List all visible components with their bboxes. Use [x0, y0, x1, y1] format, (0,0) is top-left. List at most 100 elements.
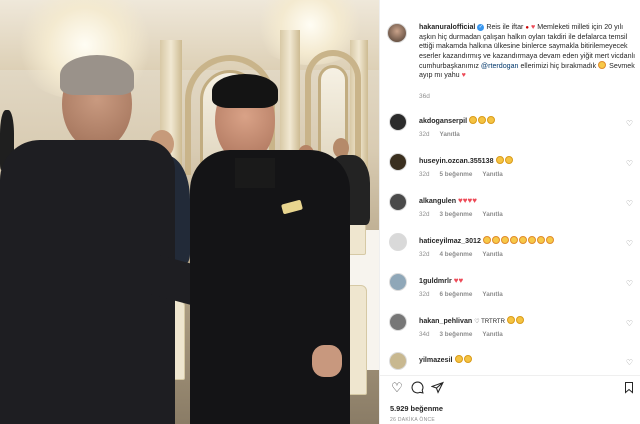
comment-time: 32d	[419, 251, 430, 258]
clap-emoji-icon	[469, 116, 478, 124]
panel-divider	[379, 375, 640, 376]
comment-row: hakan_pehlivan ♡ TRTRTR 34d 3 beğenme Yanı…	[387, 313, 637, 349]
man-left-hair	[60, 55, 134, 95]
caption-lead: Reis ile iftar	[486, 23, 524, 31]
laughing-emoji-icon	[509, 236, 518, 244]
caption-text: hakanuralofficial ✓ Reis ile iftar ● ♥ M…	[419, 23, 637, 80]
comment-like-heart-icon[interactable]: ♡	[626, 119, 633, 128]
comment-like-heart-icon[interactable]: ♡	[626, 159, 633, 168]
comment-reply[interactable]: Yanıtla	[482, 331, 502, 338]
comment-like-heart-icon[interactable]: ♡	[626, 279, 633, 288]
comment-like-heart-icon[interactable]: ♡	[626, 319, 633, 328]
comment-icon[interactable]	[410, 381, 424, 395]
action-bar: ♡	[388, 381, 636, 397]
laughing-emoji-icon	[545, 236, 554, 244]
red-heart-emoji-icon: ♥	[458, 276, 464, 285]
commenter-avatar[interactable]	[389, 273, 407, 291]
comment-text: akdoganserpil	[419, 116, 496, 125]
clap-emoji-icon	[478, 116, 487, 124]
post-photo[interactable]	[0, 0, 379, 424]
man-right-hand	[312, 345, 342, 377]
comment-row: akdoganserpil 32d Yanıtla ♡	[387, 113, 637, 149]
commenter-username[interactable]: akdoganserpil	[419, 117, 467, 125]
post-timestamp: 26 DAKİKA ÖNCE	[390, 417, 436, 423]
comment-row: alkangulen ♥♥♥♥ 32d 3 beğenme Yanıtla ♡	[387, 193, 637, 229]
man-right-shirt	[235, 158, 275, 188]
comment-meta: 34d 3 beğenme Yanıtla	[419, 331, 513, 338]
comment-like-heart-icon[interactable]: ♡	[626, 239, 633, 248]
caption-tail: ellerimizi hiç bırakmadık	[520, 61, 597, 70]
laughing-emoji-icon	[500, 236, 509, 244]
comment-row: haticeyilmaz_3012 32d 4 beğenme Yanıtla ♡	[387, 233, 637, 269]
commenter-avatar[interactable]	[389, 352, 407, 370]
comment-reply[interactable]: Yanıtla	[482, 211, 502, 218]
comment-time: 32d	[419, 131, 430, 138]
comment-likes[interactable]: 4 beğenme	[440, 251, 473, 258]
clap-emoji-icon	[504, 156, 513, 164]
commenter-avatar[interactable]	[389, 193, 407, 211]
author-avatar[interactable]	[387, 23, 407, 43]
comment-likes[interactable]: 3 beğenme	[440, 211, 473, 218]
clap-emoji-icon	[454, 355, 463, 363]
comment-text: hakan_pehlivan ♡ TRTRTR	[419, 316, 525, 325]
comment-meta: 32d 6 beğenme Yanıtla	[419, 291, 513, 298]
man-right-suit	[190, 150, 350, 424]
commenter-avatar[interactable]	[389, 113, 407, 131]
comment-meta: 32d 3 beğenme Yanıtla	[419, 211, 513, 218]
comment-text: huseyin.ozcan.355138	[419, 156, 514, 165]
commenter-username[interactable]: haticeyilmaz_3012	[419, 237, 481, 245]
comment-like-heart-icon[interactable]: ♡	[626, 358, 633, 367]
comment-likes[interactable]: 5 beğenme	[440, 171, 473, 178]
clap-emoji-icon	[495, 156, 504, 164]
commenter-username[interactable]: yilmazesil	[419, 356, 453, 364]
commenter-username[interactable]: 1guldmrlr	[419, 277, 452, 285]
comment-row: 1guldmrlr ♥♥ 32d 6 beğenme Yanıtla ♡	[387, 273, 637, 309]
laughing-emoji-icon	[527, 236, 536, 244]
caption-mention[interactable]: @rterdogan	[481, 62, 519, 70]
comment-reply[interactable]: Yanıtla	[482, 171, 502, 178]
heart-outline-icon[interactable]: ♡	[390, 381, 404, 395]
comment-time: 32d	[419, 171, 430, 178]
clap-emoji-icon	[487, 116, 496, 124]
clap-emoji-icon	[506, 316, 515, 324]
comment-reply[interactable]: Yanıtla	[482, 251, 502, 258]
comment-row: huseyin.ozcan.355138 32d 5 beğenme Yanıtla…	[387, 153, 637, 189]
man-right-hair	[212, 74, 278, 108]
bookmark-icon[interactable]	[622, 381, 636, 395]
paper-plane-icon[interactable]	[429, 381, 444, 395]
comment-text: alkangulen ♥♥♥♥	[419, 196, 477, 205]
comment-meta: 32d 5 beğenme Yanıtla	[419, 171, 513, 178]
laughing-emoji-icon	[491, 236, 500, 244]
comment-text: 1guldmrlr ♥♥	[419, 276, 463, 285]
commenter-username[interactable]: alkangulen	[419, 197, 456, 205]
comment-text: haticeyilmaz_3012	[419, 236, 555, 245]
commenter-username[interactable]: huseyin.ozcan.355138	[419, 157, 494, 165]
caption-heart-icon: ♥	[461, 71, 466, 80]
comment-likes[interactable]: 6 beğenme	[440, 291, 473, 298]
laughing-emoji-icon	[482, 236, 491, 244]
verified-badge-icon: ✓	[477, 23, 485, 31]
caption-heart-icon: ♥	[531, 23, 536, 31]
commenter-username[interactable]: hakan_pehlivan	[419, 317, 472, 325]
commenter-avatar[interactable]	[389, 313, 407, 331]
comment-reply[interactable]: Yanıtla	[440, 131, 460, 138]
comment-like-heart-icon[interactable]: ♡	[626, 199, 633, 208]
comment-reply[interactable]: Yanıtla	[482, 291, 502, 298]
red-heart-emoji-icon: ♥	[472, 196, 478, 205]
laughing-emoji-icon	[536, 236, 545, 244]
author-username[interactable]: hakanuralofficial	[419, 23, 475, 31]
comment-text: yilmazesil	[419, 355, 473, 364]
commenter-avatar[interactable]	[389, 153, 407, 171]
comment-meta: 32d Yanıtla	[419, 131, 470, 138]
comment-likes[interactable]: 3 beğenme	[440, 331, 473, 338]
likes-count[interactable]: 5.929 beğenme	[390, 404, 443, 413]
comment-time: 32d	[419, 291, 430, 298]
laughing-emoji-icon	[518, 236, 527, 244]
comment-body: ♡ TRTRTR	[474, 319, 505, 325]
commenter-avatar[interactable]	[389, 233, 407, 251]
smile-emoji-icon	[598, 60, 607, 69]
comment-meta: 32d 4 beğenme Yanıtla	[419, 251, 513, 258]
clap-emoji-icon	[515, 316, 524, 324]
comment-time: 32d	[419, 211, 430, 218]
clap-emoji-icon	[463, 355, 472, 363]
